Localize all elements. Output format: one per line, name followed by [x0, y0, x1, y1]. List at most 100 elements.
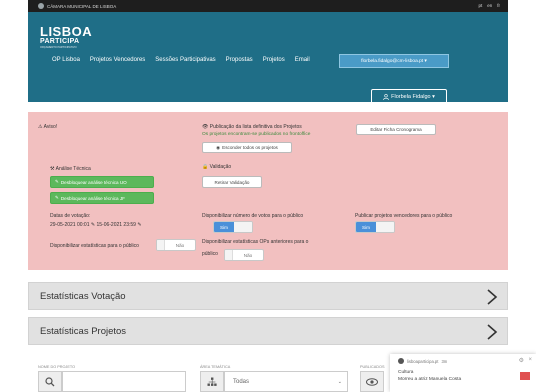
site-header: LISBOA PARTICIPA ORÇAMENTO PARTICIPATIVO… — [28, 12, 508, 105]
nav-propostas[interactable]: Propostas — [226, 57, 253, 63]
notification-category: Cultura — [398, 370, 414, 375]
lisboa-participa-logo[interactable]: LISBOA PARTICIPA ORÇAMENTO PARTICIPATIVO — [40, 24, 93, 49]
warning-icon: ⚠ — [38, 124, 43, 130]
toggle-knob — [225, 250, 233, 260]
chevron-right-icon — [487, 289, 498, 305]
logo-line2: PARTICIPA — [40, 38, 80, 45]
validacao-label: Validação — [209, 164, 232, 170]
toggle-on-label: Sim — [214, 222, 234, 232]
datas-values: 29-05-2021 00:01 ✎ 15-06-2021 23:59 ✎ — [50, 222, 142, 228]
publicar-vencedores-toggle[interactable]: Sim — [355, 221, 395, 233]
disp-estatisticas-toggle[interactable]: Não — [156, 239, 196, 251]
edit-date-icon[interactable]: ✎ — [137, 222, 141, 228]
lang-fr[interactable]: fr — [497, 3, 500, 8]
panel-title: Estatísticas Projetos — [40, 326, 127, 337]
nav-projetos[interactable]: Projetos — [263, 57, 285, 63]
org-name: CÂMARA MUNICIPAL DE LISBOA — [47, 3, 117, 9]
nome-projeto-label: NOME DO PROJETO — [38, 365, 76, 369]
area-addon — [200, 371, 224, 392]
data-fim: 15-06-2021 23:59 — [96, 222, 136, 228]
aviso-label: Aviso! — [43, 124, 58, 130]
estatisticas-votacao-panel[interactable]: Estatísticas Votação — [28, 282, 508, 310]
user-dropdown-button[interactable]: Florbela Fidalgo ▾ — [371, 89, 447, 105]
nav-email[interactable]: Email — [295, 57, 310, 63]
esconder-projetos-button[interactable]: ◉ Esconder todos os projetos — [202, 142, 292, 153]
retirar-validacao-button[interactable]: Retirar Validação — [202, 176, 262, 188]
toggle-knob — [157, 240, 165, 250]
notification-source: lisboaparticipa.pt — [407, 358, 439, 364]
lang-pt[interactable]: pt — [478, 3, 482, 8]
close-icon[interactable]: × — [528, 357, 532, 363]
publicados-addon[interactable] — [360, 371, 384, 392]
email-account-dropdown[interactable]: florbela.fidalgo@cm-lisboa.pt ▾ — [339, 54, 449, 68]
nav-projetos-vencedores[interactable]: Projetos Vencedores — [90, 57, 145, 63]
editar-cronograma-button[interactable]: Editar Ficha Cronograma — [356, 124, 436, 135]
news-notification[interactable]: lisboaparticipa.pt 3m Cultura Morreu a a… — [390, 354, 536, 392]
datas-label: Datas de votação: — [50, 213, 91, 219]
eye-slash-icon: ◉ — [216, 144, 221, 150]
notification-source-row: lisboaparticipa.pt 3m — [398, 358, 447, 364]
disp-estatisticas-label: Disponibilizar estatísticas para o públi… — [50, 243, 139, 249]
analise-label: Análise Técnica — [55, 166, 91, 172]
disp-ops-toggle[interactable]: Não — [224, 249, 264, 261]
eye-icon: 👁 — [202, 124, 209, 130]
area-tematica-select[interactable]: Todas ⌄ — [224, 371, 348, 392]
toggle-on-label: Sim — [356, 222, 376, 232]
toggle-off-label: Não — [243, 252, 253, 258]
top-bar: CÂMARA MUNICIPAL DE LISBOA pt en fr — [28, 0, 508, 12]
main-nav: OP Lisboa Projetos Vencedores Sessões Pa… — [52, 57, 310, 63]
area-tematica-label: ÁREA TEMÁTICA — [200, 365, 231, 369]
crest-icon — [38, 3, 44, 9]
gear-icon[interactable]: ⚙ — [519, 357, 524, 364]
desbloquear-jf-button[interactable]: ✎ Desbloquear análise técnica JF — [50, 192, 154, 204]
globe-icon — [398, 358, 404, 364]
language-switcher: pt en fr — [478, 3, 500, 8]
logo-line1: LISBOA — [40, 24, 93, 39]
notification-time: 3m — [441, 358, 448, 364]
publicados-label: PUBLICADOS — [360, 365, 385, 369]
desbloquear-uo-label: Desbloquear análise técnica UO — [60, 179, 127, 185]
publicacao-row: 👁 Publicação da lista definitiva dos Pro… — [202, 124, 302, 130]
notification-thumbnail — [520, 372, 530, 380]
disp-ops-label-2: público — [202, 251, 218, 257]
aviso-row: ⚠ Aviso! — [38, 124, 57, 130]
toggle-knob — [376, 222, 394, 232]
search-addon — [38, 371, 62, 392]
wrench-icon: ⚒ — [50, 166, 55, 172]
chevron-down-icon: ⌄ — [337, 379, 342, 385]
desbloquear-uo-button[interactable]: ✎ Desbloquear análise técnica UO — [50, 176, 154, 188]
toggle-off-label: Não — [175, 242, 185, 248]
area-selected: Todas — [233, 378, 250, 385]
validacao-row: 🔒 Validação — [202, 164, 231, 170]
notification-headline: Morreu a atriz Manuela Costa — [398, 377, 462, 382]
admin-panel: ⚠ Aviso! 👁 Publicação da lista definitiv… — [28, 112, 508, 270]
edit-date-icon[interactable]: ✎ — [91, 222, 95, 228]
nome-projeto-input[interactable] — [62, 371, 186, 392]
pencil-icon: ✎ — [55, 179, 59, 184]
sitemap-icon — [207, 377, 217, 386]
nav-op-lisboa[interactable]: OP Lisboa — [52, 57, 80, 63]
nav-sessoes-participativas[interactable]: Sessões Participativas — [155, 57, 215, 63]
user-name: Florbela Fidalgo ▾ — [391, 94, 435, 100]
esconder-projetos-label: Esconder todos os projetos — [222, 145, 278, 150]
publicacao-label: Publicação da lista definitiva dos Proje… — [209, 124, 302, 130]
toggle-knob — [234, 222, 252, 232]
disp-ops-label-1: Disponibilizar estatísticas OPs anterior… — [202, 239, 309, 245]
estatisticas-projetos-panel[interactable]: Estatísticas Projetos — [28, 317, 508, 345]
eye-icon — [366, 377, 378, 386]
desbloquear-jf-label: Desbloquear análise técnica JF — [60, 195, 125, 201]
search-icon — [45, 376, 55, 386]
logo-line3: ORÇAMENTO PARTICIPATIVO — [40, 46, 77, 49]
data-inicio: 29-05-2021 00:01 — [50, 222, 90, 228]
panel-title: Estatísticas Votação — [40, 291, 126, 302]
lock-icon: 🔒 — [202, 164, 209, 170]
disp-votos-label: Disponibilizar número de votos para o pú… — [202, 213, 304, 219]
chevron-right-icon — [487, 324, 498, 340]
pencil-icon: ✎ — [55, 195, 59, 200]
lang-en[interactable]: en — [487, 3, 492, 8]
publicacao-status: Os projetos encontram-se publicados no f… — [202, 132, 311, 137]
publicar-vencedores-label: Publicar projetos vencedores para o públ… — [355, 213, 453, 219]
city-crest: CÂMARA MUNICIPAL DE LISBOA — [38, 3, 116, 9]
disp-votos-toggle[interactable]: Sim — [213, 221, 253, 233]
analise-row: ⚒ Análise Técnica — [50, 166, 91, 172]
